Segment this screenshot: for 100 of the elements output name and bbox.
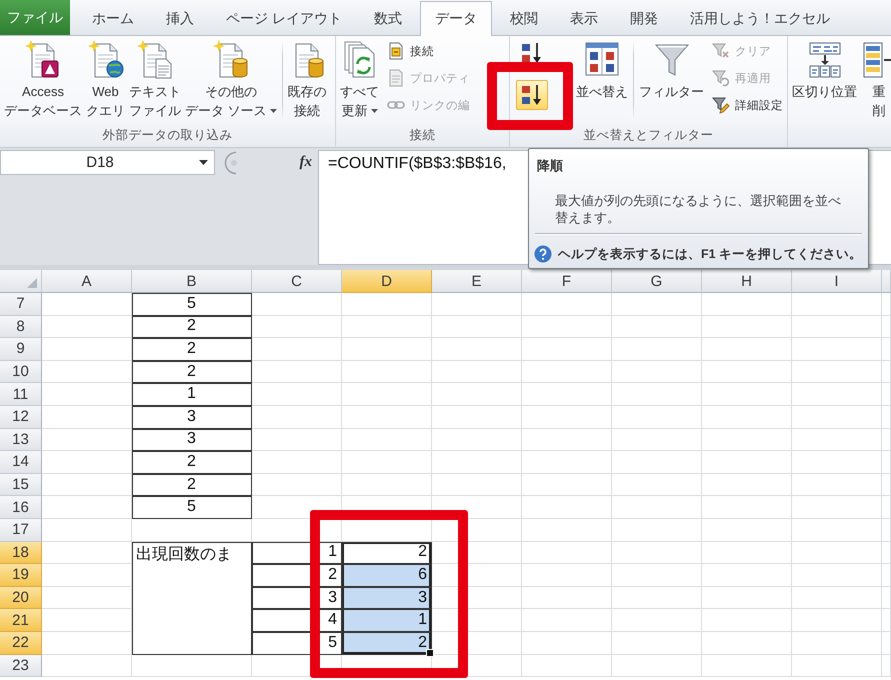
sheet-cell[interactable] <box>612 338 702 361</box>
sheet-cell[interactable] <box>342 474 432 496</box>
sheet-cell[interactable]: 2 <box>132 451 252 474</box>
sheet-cell[interactable] <box>612 451 702 474</box>
sheet-cell[interactable] <box>252 496 342 519</box>
sheet-cell[interactable] <box>612 632 702 654</box>
sheet-cell[interactable] <box>702 586 792 610</box>
sheet-cell[interactable] <box>702 451 792 474</box>
ribbon-button[interactable]: Web クエリ <box>84 38 127 122</box>
sheet-cell[interactable] <box>342 316 432 338</box>
ribbon-tab[interactable]: 挿入 <box>152 2 208 35</box>
row-header[interactable]: 10 <box>0 360 42 384</box>
sheet-cell[interactable]: 3 <box>132 428 252 452</box>
sheet-cell[interactable] <box>882 383 891 406</box>
sheet-cell[interactable] <box>42 632 132 654</box>
sheet-cell[interactable] <box>432 383 522 406</box>
column-header[interactable]: E <box>432 270 522 293</box>
sheet-cell[interactable] <box>42 338 132 361</box>
sheet-cell[interactable] <box>132 518 252 542</box>
sheet-cell[interactable] <box>252 383 342 406</box>
sheet-cell[interactable] <box>792 428 882 452</box>
ribbon-tab[interactable]: 活用しよう！エクセル <box>676 2 844 35</box>
column-header[interactable]: H <box>702 270 792 293</box>
ribbon-button[interactable]: 重 削 <box>859 38 891 122</box>
sheet-cell[interactable] <box>882 428 891 452</box>
sheet-cell[interactable] <box>792 383 882 406</box>
sheet-cell[interactable] <box>612 360 702 384</box>
sheet-cell[interactable] <box>612 518 702 542</box>
sheet-cell[interactable] <box>882 632 891 654</box>
ribbon-button[interactable]: 接続 <box>383 38 474 64</box>
sheet-cell[interactable] <box>42 316 132 338</box>
sheet-cell[interactable] <box>432 518 522 542</box>
sheet-cell[interactable] <box>522 586 612 610</box>
sheet-cell[interactable] <box>882 360 891 384</box>
sheet-cell[interactable] <box>522 338 612 361</box>
sheet-cell[interactable] <box>342 360 432 384</box>
name-box[interactable]: D18 <box>0 150 215 175</box>
sheet-cell[interactable] <box>42 474 132 496</box>
row-header[interactable]: 9 <box>0 338 42 361</box>
ribbon-tab[interactable]: 開発 <box>616 2 672 35</box>
sheet-cell[interactable] <box>702 609 792 632</box>
sheet-cell[interactable] <box>42 428 132 452</box>
column-header[interactable]: F <box>522 270 612 293</box>
sheet-cell[interactable] <box>792 406 882 429</box>
sheet-cell[interactable] <box>612 586 702 610</box>
sheet-cell[interactable] <box>42 564 132 587</box>
sheet-cell[interactable] <box>522 609 612 632</box>
sheet-cell[interactable]: 3 <box>342 586 432 610</box>
sheet-cell[interactable] <box>702 383 792 406</box>
sheet-cell[interactable] <box>42 518 132 542</box>
sheet-cell[interactable] <box>42 654 132 678</box>
sheet-cell[interactable] <box>522 496 612 519</box>
ribbon-button[interactable]: フィルター <box>637 38 706 122</box>
sheet-cell[interactable]: 5 <box>132 293 252 316</box>
sheet-cell[interactable] <box>432 338 522 361</box>
row-header[interactable]: 7 <box>0 293 42 316</box>
sheet-cell[interactable] <box>702 654 792 678</box>
column-header[interactable]: I <box>792 270 882 293</box>
sheet-cell[interactable] <box>42 360 132 384</box>
sheet-cell[interactable] <box>612 564 702 587</box>
sheet-cell[interactable]: 2 <box>132 338 252 361</box>
sheet-cell[interactable] <box>342 428 432 452</box>
sheet-cell[interactable] <box>882 609 891 632</box>
sheet-cell[interactable] <box>252 293 342 316</box>
sheet-cell[interactable] <box>612 293 702 316</box>
sheet-cell[interactable]: 1 <box>252 542 342 564</box>
row-header[interactable]: 17 <box>0 518 42 542</box>
sheet-cell[interactable]: 1 <box>342 609 432 632</box>
ribbon-button[interactable]: 並べ替え <box>574 38 630 122</box>
sheet-cell[interactable] <box>702 338 792 361</box>
row-header[interactable]: 18 <box>0 542 42 564</box>
sheet-cell[interactable] <box>42 293 132 316</box>
sheet-cell[interactable] <box>612 383 702 406</box>
ribbon-tab[interactable]: ページ レイアウト <box>212 2 356 35</box>
sheet-cell[interactable] <box>42 496 132 519</box>
ribbon-tab[interactable]: データ <box>420 1 492 36</box>
row-header[interactable]: 16 <box>0 496 42 519</box>
sheet-cell[interactable] <box>612 474 702 496</box>
sheet-cell[interactable] <box>522 316 612 338</box>
sheet-cell[interactable] <box>882 654 891 678</box>
column-header[interactable]: D <box>342 270 432 293</box>
sheet-cell[interactable] <box>792 609 882 632</box>
sheet-cell[interactable]: 2 <box>252 564 342 587</box>
row-header[interactable]: 19 <box>0 564 42 587</box>
sheet-cell[interactable]: 3 <box>132 406 252 429</box>
row-header[interactable]: 21 <box>0 609 42 632</box>
sheet-cell[interactable] <box>792 360 882 384</box>
sheet-cell[interactable] <box>432 406 522 429</box>
ribbon-button[interactable]: Access データベース <box>2 38 84 122</box>
ribbon-tab[interactable]: 校閲 <box>496 2 552 35</box>
row-header[interactable]: 13 <box>0 428 42 452</box>
sheet-cell[interactable] <box>42 609 132 632</box>
ribbon-button[interactable]: その他の データ ソース <box>183 38 279 122</box>
sheet-cell[interactable] <box>432 564 522 587</box>
ribbon-button[interactable]: 区切り位置 <box>790 38 859 122</box>
sheet-cell[interactable] <box>882 316 891 338</box>
sheet-cell[interactable] <box>792 293 882 316</box>
sheet-cell[interactable] <box>522 474 612 496</box>
sheet-cell[interactable] <box>42 542 132 564</box>
sheet-cell[interactable] <box>792 632 882 654</box>
